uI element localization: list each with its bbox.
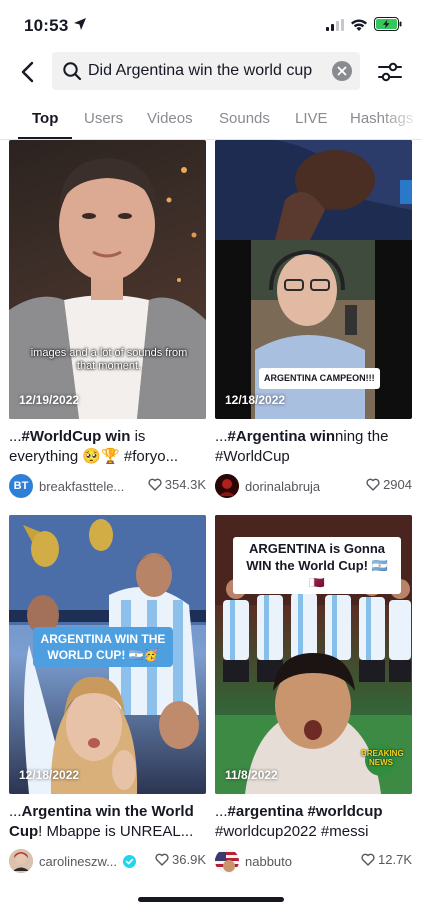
video-title[interactable]: ...#Argentina winning the #WorldCup (215, 427, 412, 467)
video-thumbnail[interactable]: images and a lot of sounds from that mom… (9, 140, 206, 419)
video-meta: dorinalabruja 2904 (215, 473, 412, 499)
title-highlight: #argentina #worldcup (227, 803, 383, 820)
title-prefix: ... (9, 803, 22, 820)
title-highlight: #Argentina win (227, 428, 336, 445)
like-count-value: 12.7K (378, 852, 412, 867)
breaking-news-badge: BREAKING NEWS (361, 749, 404, 767)
back-button[interactable] (14, 58, 40, 86)
like-count: 2904 (366, 477, 412, 492)
title-rest: #worldcup2022 #messi (215, 823, 369, 840)
title-prefix: ... (215, 803, 228, 820)
search-query-text: Did Argentina win the world cup (88, 62, 313, 79)
tab-videos[interactable]: Videos (147, 110, 193, 127)
avatar-image (215, 474, 239, 498)
like-count-value: 36.9K (172, 852, 206, 867)
video-title[interactable]: ...#argentina #worldcup #worldcup2022 #m… (215, 802, 412, 842)
like-count-value: 2904 (383, 477, 412, 492)
home-indicator[interactable] (138, 897, 284, 902)
heart-icon (155, 853, 169, 866)
search-tabs: Top Users Videos Sounds LIVE Hashtags (0, 104, 422, 140)
video-date: 12/18/2022 (19, 768, 80, 782)
like-count-value: 354.3K (164, 477, 206, 492)
video-card[interactable]: images and a lot of sounds from that mom… (9, 140, 206, 499)
heart-icon (366, 478, 380, 491)
status-bar: 10:53 (0, 0, 422, 48)
sliders-icon (378, 62, 402, 82)
video-title[interactable]: ...Argentina win the World Cup! Mbappe i… (9, 802, 206, 842)
video-overlay-caption: ARGENTINA CAMPEON!!! (259, 368, 380, 389)
avatar[interactable]: BT (9, 474, 33, 498)
avatar[interactable] (215, 849, 239, 873)
video-thumbnail[interactable]: ARGENTINA is Gonna WIN the World Cup! 🇦🇷… (215, 515, 412, 794)
video-overlay-caption: ARGENTINA WIN THE WORLD CUP! 🇦🇷🥳 (33, 627, 173, 667)
video-thumbnail[interactable]: ARGENTINA WIN THE WORLD CUP! 🇦🇷🥳 12/18/2… (9, 515, 206, 794)
wifi-icon (351, 19, 367, 31)
video-thumbnail[interactable]: ARGENTINA CAMPEON!!! 12/18/2022 (215, 140, 412, 419)
video-card[interactable]: ARGENTINA WIN THE WORLD CUP! 🇦🇷🥳 12/18/2… (9, 515, 206, 874)
active-tab-indicator (18, 137, 72, 139)
tab-sounds[interactable]: Sounds (219, 110, 270, 127)
chevron-left-icon (21, 61, 34, 83)
title-highlight: #WorldCup win (21, 428, 131, 445)
title-prefix: ... (215, 428, 228, 445)
title-prefix: ... (9, 428, 22, 445)
battery-charging-icon (374, 17, 402, 31)
search-icon (62, 61, 82, 81)
avatar[interactable] (215, 474, 239, 498)
like-count: 36.9K (155, 852, 206, 867)
search-input[interactable]: Did Argentina win the world cup (52, 52, 360, 90)
thumbnail-art (9, 158, 206, 419)
avatar-image (215, 849, 239, 873)
like-count: 12.7K (361, 852, 412, 867)
location-arrow-icon (74, 18, 86, 30)
author-name[interactable]: breakfasttele... (39, 479, 131, 494)
cellular-signal-icon (326, 19, 344, 31)
title-rest: ! Mbappe is UNREAL... (38, 823, 194, 840)
video-date: 12/18/2022 (225, 393, 286, 407)
clear-search-button[interactable] (332, 61, 352, 81)
heart-icon (148, 478, 162, 491)
avatar[interactable] (9, 849, 33, 873)
close-icon (337, 66, 347, 76)
video-meta: carolineszw... 36.9K (9, 848, 206, 874)
verified-badge-icon (123, 854, 136, 868)
author-name[interactable]: dorinalabruja (245, 479, 337, 494)
video-overlay-caption: images and a lot of sounds from that mom… (30, 347, 188, 372)
filter-button[interactable] (376, 58, 404, 86)
like-count: 354.3K (148, 477, 206, 492)
video-meta: BT breakfasttele... 354.3K (9, 473, 206, 499)
video-title[interactable]: ...#WorldCup win is everything 🥺🏆 #foryo… (9, 427, 206, 467)
tab-top[interactable]: Top (32, 110, 58, 127)
heart-icon (361, 853, 375, 866)
video-date: 11/8/2022 (225, 768, 278, 782)
video-date: 12/19/2022 (19, 393, 80, 407)
tabs-fade (382, 104, 422, 139)
author-name[interactable]: nabbuto (245, 854, 337, 869)
author-name[interactable]: carolineszw... (39, 854, 121, 869)
video-card[interactable]: ARGENTINA CAMPEON!!! 12/18/2022 ...#Arge… (215, 140, 412, 499)
status-time: 10:53 (24, 16, 69, 35)
video-overlay-caption: ARGENTINA is Gonna WIN the World Cup! 🇦🇷… (233, 537, 401, 594)
avatar-image (9, 849, 33, 873)
video-meta: nabbuto 12.7K (215, 848, 412, 874)
tab-users[interactable]: Users (84, 110, 123, 127)
tab-live[interactable]: LIVE (295, 110, 328, 127)
video-card[interactable]: ARGENTINA is Gonna WIN the World Cup! 🇦🇷… (215, 515, 412, 874)
